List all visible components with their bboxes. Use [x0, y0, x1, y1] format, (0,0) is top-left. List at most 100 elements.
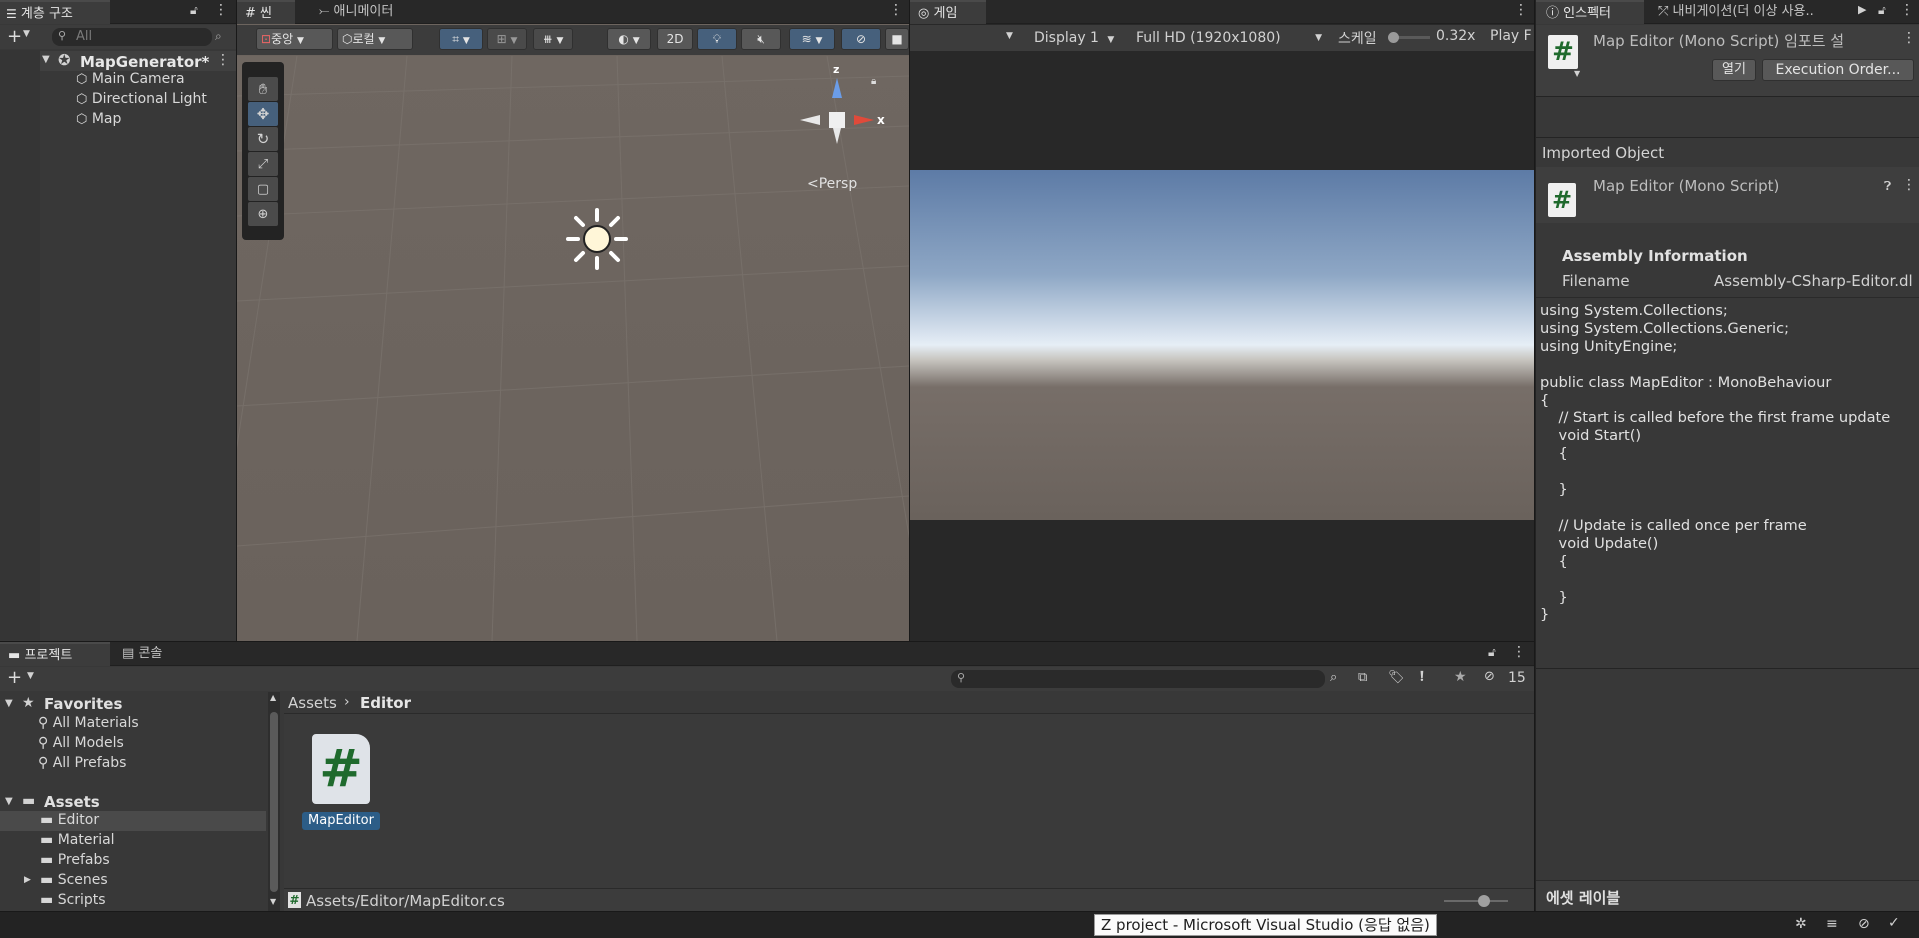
tab-scroll-right-icon[interactable]: ▶ — [1858, 3, 1866, 16]
tag-icon[interactable]: 🏷︎ — [1388, 670, 1405, 685]
folder-item[interactable]: ▬ Editor — [40, 812, 99, 828]
tab-hierarchy[interactable]: ☰ 계층 구조 — [0, 0, 110, 24]
breadcrumb-item-assets[interactable]: Assets — [288, 694, 337, 712]
move-tool-button[interactable]: ✥ — [248, 102, 278, 126]
hand-tool-button[interactable]: ✋︎ — [248, 77, 278, 101]
pivot-dropdown[interactable]: ⊡중앙 ▼ — [256, 28, 333, 50]
tree-scrollbar[interactable]: ▲ ▼ — [268, 692, 280, 911]
hierarchy-item[interactable]: ⬡ Map — [76, 111, 121, 127]
kebab-menu-icon[interactable]: ⋮ — [889, 2, 903, 18]
scroll-up-icon[interactable]: ▲ — [270, 693, 276, 702]
debug-bug-icon[interactable]: ✲ — [1795, 916, 1807, 932]
scale-tool-button[interactable]: ⤢ — [248, 152, 278, 176]
warning-icon[interactable]: ❗︎ — [1420, 669, 1424, 685]
scroll-down-icon[interactable]: ▼ — [270, 897, 276, 906]
scene-viewport[interactable]: z x 🔒︎ <Persp ✋︎ ✥ ↻ ⤢ ▢ ⊕ — [237, 56, 909, 641]
hierarchy-item[interactable]: ⬡ Directional Light — [76, 91, 207, 107]
persp-label[interactable]: <Persp — [807, 176, 857, 192]
open-button[interactable]: 열기 — [1712, 59, 1756, 81]
hidden-objects-toggle-button[interactable]: ⊘ — [841, 28, 881, 50]
inspector-title: Map Editor (Mono Script) 임포트 설 — [1593, 32, 1845, 50]
tab-scene[interactable]: # 씬 — [237, 0, 295, 24]
kebab-menu-icon[interactable]: ⋮ — [214, 2, 228, 18]
lock-icon[interactable]: 🔒︎ — [871, 76, 876, 87]
network-icon[interactable]: ⊘ — [1858, 916, 1870, 932]
orientation-gizmo[interactable] — [792, 76, 882, 166]
tab-animator[interactable]: ⤚ 애니메이터 — [311, 0, 401, 24]
lock-icon[interactable]: 🔓︎ — [1878, 3, 1886, 18]
folder-item[interactable]: ▬ Scenes — [40, 872, 108, 888]
chevron-down-icon[interactable]: ▼ — [23, 29, 30, 39]
grid-visibility-button[interactable]: ⧻ ▼ — [533, 28, 573, 50]
camera-settings-button[interactable]: ■ — [885, 28, 909, 50]
toggle-2d-button[interactable]: 2D — [657, 28, 693, 50]
tab-inspector[interactable]: ⓘ 인스펙터 — [1536, 0, 1644, 24]
hidden-packages-icon[interactable]: ⊘ — [1484, 669, 1495, 684]
expand-arrow-icon[interactable]: ▶ — [24, 875, 31, 885]
effects-toggle-button[interactable]: ≋ ▼ — [789, 28, 835, 50]
add-icon[interactable]: + — [7, 667, 22, 688]
search-by-type-icon[interactable]: ⌕ — [1330, 670, 1337, 685]
kebab-menu-icon[interactable]: ⋮ — [216, 52, 230, 68]
favorite-item[interactable]: ⚲ All Models — [38, 735, 124, 751]
expand-arrow-icon[interactable]: ▼ — [5, 698, 13, 709]
asset-tile[interactable]: # MapEditor — [302, 734, 380, 830]
execution-order-button[interactable]: Execution Order... — [1762, 59, 1914, 81]
star-icon[interactable]: ★ — [1454, 669, 1467, 685]
rotate-tool-button[interactable]: ↻ — [248, 127, 278, 151]
lighting-toggle-button[interactable]: 💡︎ — [697, 28, 737, 50]
scene-search-icon[interactable]: ⌕ — [215, 29, 222, 44]
help-icon[interactable]: ❓︎ — [1884, 179, 1891, 194]
folder-item[interactable]: ▬ Material — [40, 832, 115, 848]
chevron-down-icon[interactable]: ▼ — [1574, 69, 1580, 78]
increment-snap-button[interactable]: ⊞ ▼ — [487, 28, 527, 50]
directional-light-sun-icon[interactable] — [562, 204, 632, 274]
favorite-item[interactable]: ⚲ All Prefabs — [38, 755, 126, 771]
icon-size-slider[interactable] — [1444, 895, 1508, 907]
progress-check-icon[interactable]: ✓ — [1888, 915, 1900, 931]
shading-mode-dropdown[interactable]: ◐ ▼ — [607, 28, 651, 50]
kebab-menu-icon[interactable]: ⋮ — [1512, 644, 1526, 660]
chevron-down-icon[interactable]: ▼ — [27, 671, 34, 681]
status-bar: Z project - Microsoft Visual Studio (응답 … — [0, 912, 1919, 938]
resolution-dropdown[interactable]: Full HD (1920x1080) ▼ — [1134, 27, 1328, 49]
project-search-input[interactable]: ⚲ — [951, 670, 1325, 688]
grid-snap-button[interactable]: ⌗ ▼ — [439, 28, 483, 50]
rect-tool-button[interactable]: ▢ — [248, 177, 278, 201]
folder-item[interactable]: ▬ Prefabs — [40, 852, 110, 868]
breadcrumb-item-editor[interactable]: Editor — [360, 694, 411, 712]
tab-game[interactable]: ◎ 게임 — [910, 0, 986, 24]
favorite-item[interactable]: ⚲ All Materials — [38, 715, 139, 731]
kebab-menu-icon[interactable]: ⋮ — [1514, 2, 1528, 18]
kebab-menu-icon[interactable]: ⋮ — [1902, 177, 1916, 193]
lock-icon[interactable]: 🔓︎ — [190, 3, 198, 18]
hierarchy-item[interactable]: ⬡ Main Camera — [76, 71, 185, 87]
scale-slider-thumb[interactable] — [1388, 32, 1399, 43]
kebab-menu-icon[interactable]: ⋮ — [1902, 30, 1916, 46]
assets-root-label[interactable]: Assets — [44, 793, 100, 811]
favorites-label[interactable]: Favorites — [44, 695, 122, 713]
tab-navigation[interactable]: ⤱ 내비게이션(더 이상 사용.. — [1646, 0, 1854, 24]
kebab-menu-icon[interactable]: ⋮ — [1900, 2, 1914, 18]
chevron-down-icon[interactable]: ▼ — [1006, 31, 1013, 41]
game-viewport[interactable] — [910, 170, 1534, 520]
add-icon[interactable]: + — [7, 26, 22, 47]
icon-size-slider-thumb[interactable] — [1478, 895, 1490, 907]
lock-icon[interactable]: 🔓︎ — [1488, 645, 1496, 660]
display-dropdown[interactable]: Display 1 ▼ — [1026, 27, 1132, 49]
expand-arrow-icon[interactable]: ▼ — [42, 54, 50, 65]
hierarchy-search-input[interactable]: ⚲ All — [52, 28, 212, 46]
tab-project[interactable]: ▬ 프로젝트 — [0, 642, 110, 666]
transform-tool-button[interactable]: ⊕ — [248, 202, 278, 226]
tab-console[interactable]: ▤ 콘솔 — [114, 642, 170, 666]
space-dropdown[interactable]: ⬡로컬 ▼ — [337, 28, 413, 50]
scale-slider[interactable] — [1388, 32, 1430, 43]
scrollbar-thumb[interactable] — [270, 712, 278, 892]
audio-toggle-button[interactable]: 🔇︎ — [741, 28, 781, 50]
folder-item[interactable]: ▬ Scripts — [40, 892, 106, 908]
code-line: { — [1540, 445, 1568, 463]
expand-arrow-icon[interactable]: ▼ — [5, 796, 13, 807]
play-focused-label[interactable]: Play F — [1490, 28, 1534, 44]
filter-by-type-icon[interactable]: ⧉ — [1358, 670, 1367, 685]
cache-server-icon[interactable]: ≡ — [1826, 916, 1838, 932]
